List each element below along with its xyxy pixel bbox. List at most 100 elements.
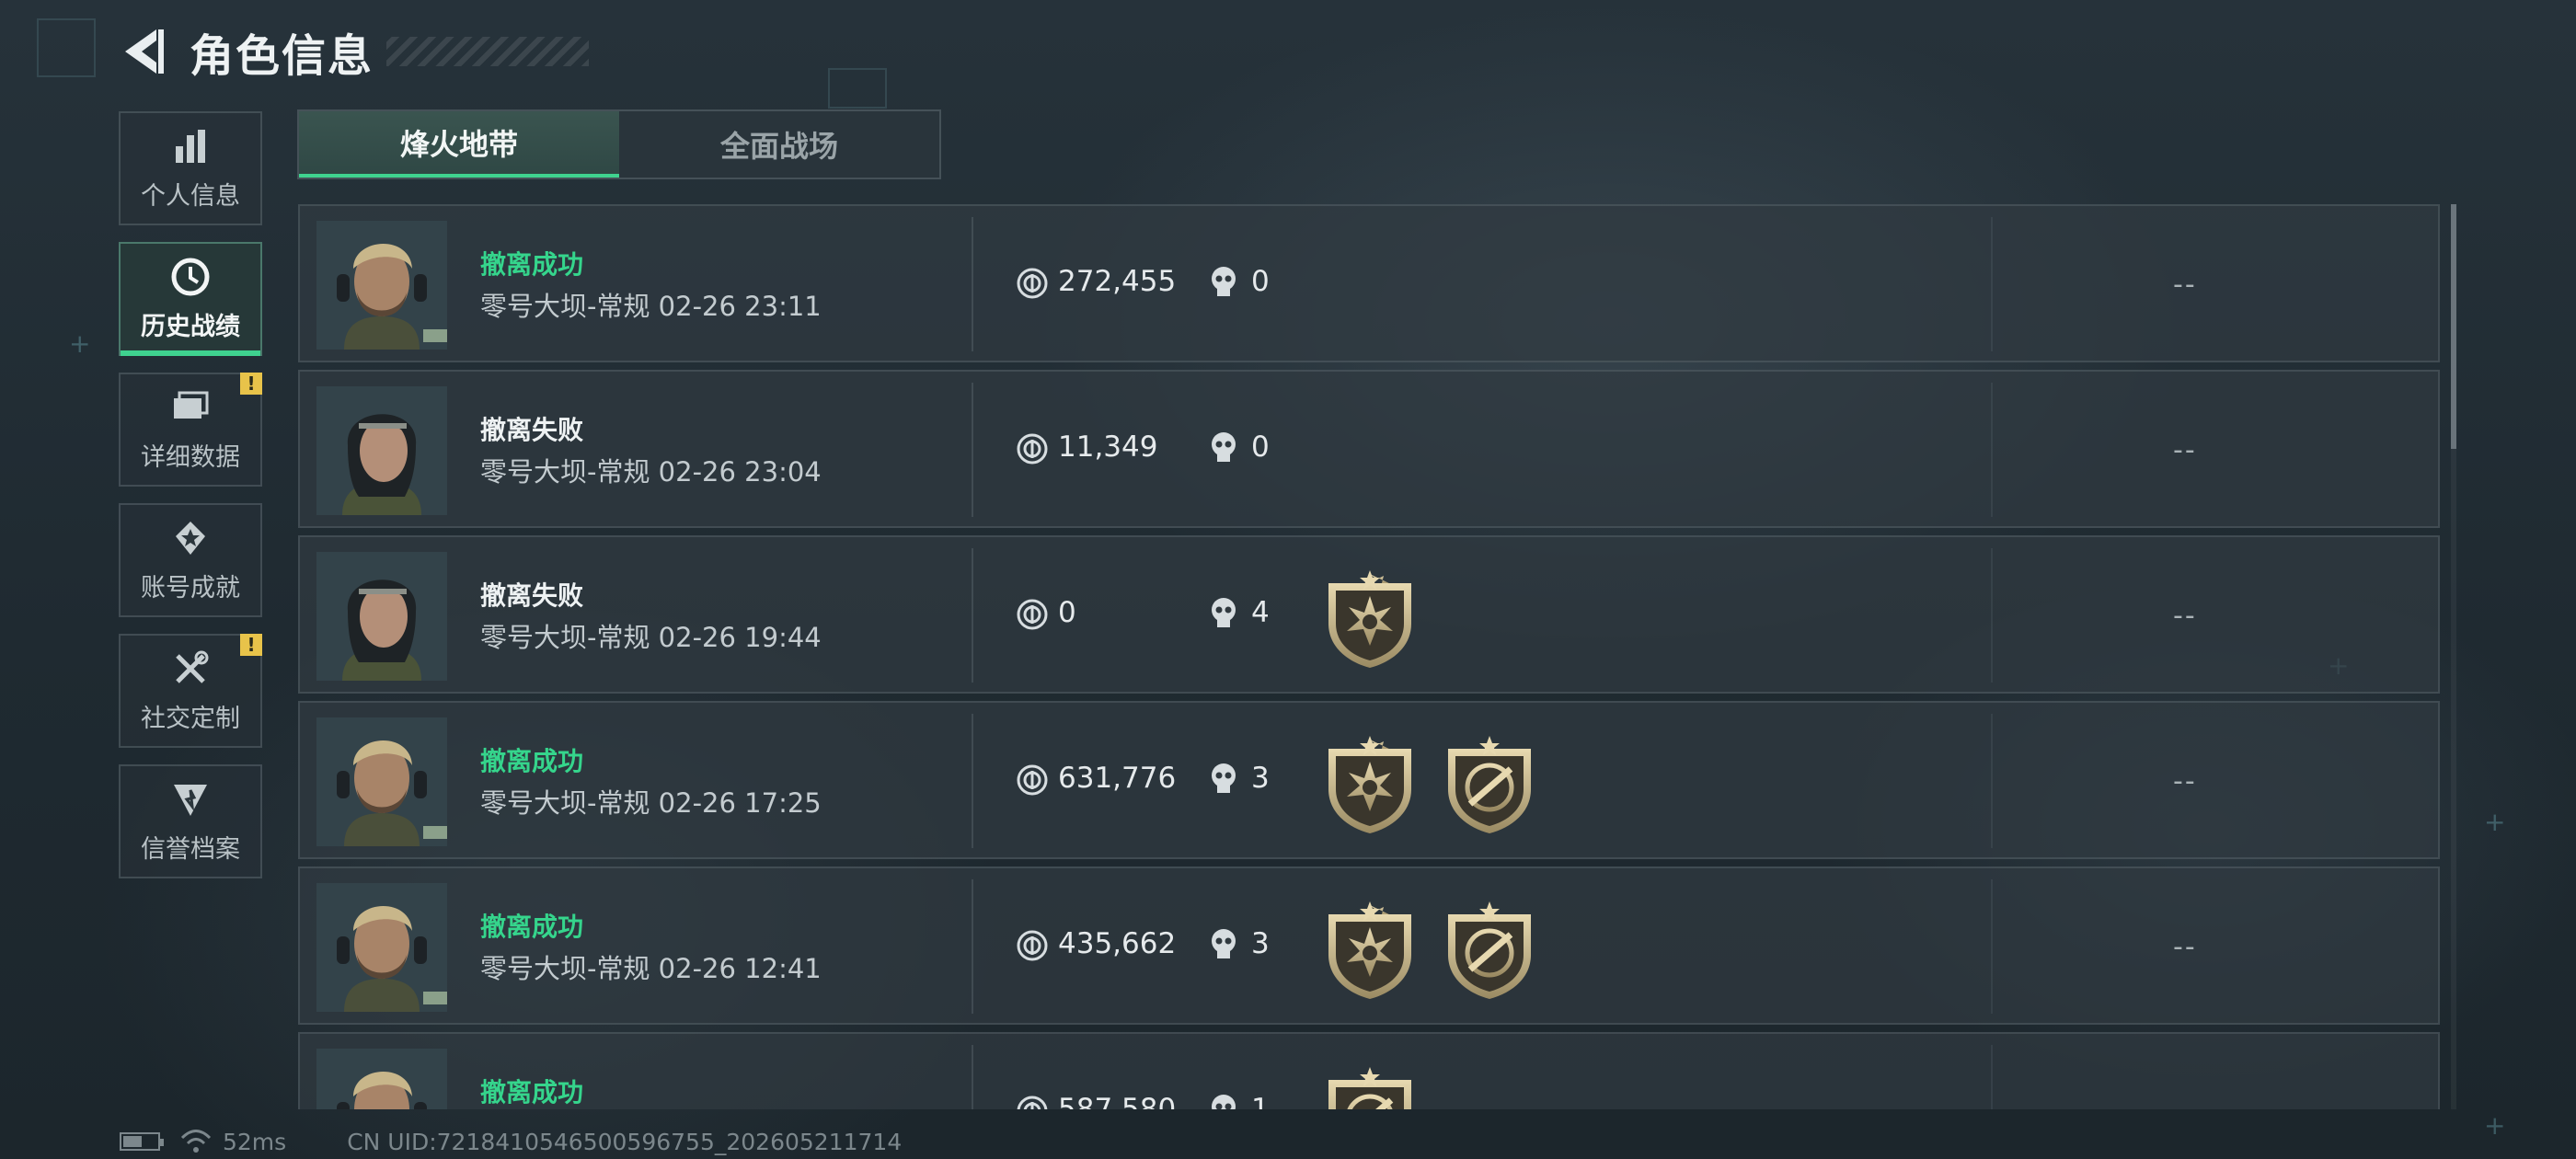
extracted-value: 587,580 (1058, 1093, 1177, 1109)
sidebar-item-label: 账号成就 (141, 573, 240, 602)
row-divider (972, 714, 973, 848)
alert-badge: ! (240, 634, 262, 656)
extracted-value: 272,455 (1058, 265, 1177, 298)
kill-count: 3 (1251, 927, 1270, 960)
operator-avatar (316, 386, 447, 515)
match-history-list[interactable]: 撤离成功 零号大坝-常规 02-26 23:11 272,455 0 -- 撤离… (298, 204, 2440, 1109)
map-and-time: 零号大坝-常规 02-26 12:41 (480, 953, 822, 984)
kill-count: 4 (1251, 596, 1270, 629)
kill-star-badge-icon[interactable] (1323, 901, 1417, 1001)
page-header: 角色信息 (120, 24, 590, 82)
row-divider (1991, 714, 1993, 848)
battery-icon (120, 1132, 164, 1151)
sidebar-item-detail-data[interactable]: ! 详细数据 (119, 373, 262, 487)
sidebar-item-personal-info[interactable]: 个人信息 (119, 111, 262, 225)
kill-count: 1 (1251, 1093, 1270, 1109)
tab-beacon-zone[interactable]: 烽火地带 (299, 111, 619, 178)
kill-count: 0 (1251, 430, 1270, 464)
operator-avatar (316, 717, 447, 846)
coin-value-icon (1017, 764, 1048, 796)
operator-avatar (316, 552, 447, 681)
extraction-result: 撤离成功 (480, 746, 584, 776)
reputation-shield-icon (174, 784, 207, 816)
extraction-result: 撤离成功 (480, 912, 584, 942)
kill-star-badge-icon[interactable] (1323, 570, 1417, 670)
kill-count: 0 (1251, 265, 1270, 298)
row-divider (1991, 1045, 1993, 1109)
extra-info: -- (2173, 765, 2197, 798)
battery-level-fill (123, 1136, 142, 1147)
bar-chart-icon (176, 129, 205, 163)
extracted-value: 435,662 (1058, 927, 1177, 960)
skull-kills-icon (1212, 267, 1236, 296)
coin-value-icon (1017, 433, 1048, 465)
extraction-result: 撤离成功 (480, 1077, 584, 1107)
tools-wrench-icon (176, 650, 209, 683)
extracted-value: 0 (1058, 596, 1076, 629)
achievement-medal-icon (176, 521, 205, 555)
row-divider (1991, 879, 1993, 1014)
coin-value-icon (1017, 599, 1048, 630)
sidebar-item-label: 社交定制 (141, 704, 240, 733)
match-record-row[interactable]: 撤离成功 零号大坝-常规 02-26 12:41 435,662 3 -- (298, 866, 2440, 1025)
decor-cross-icon: + (2484, 807, 2506, 837)
match-record-row[interactable]: 撤离成功 零号大坝-常规 02-26 23:11 272,455 0 -- (298, 204, 2440, 362)
kill-star-badge-icon[interactable] (1323, 736, 1417, 835)
wifi-icon (180, 1130, 212, 1153)
back-arrow-icon[interactable] (120, 26, 167, 77)
extraction-result: 撤离成功 (480, 249, 584, 280)
coin-value-icon (1017, 1096, 1048, 1109)
coin-value-icon (1017, 268, 1048, 299)
match-record-row[interactable]: 撤离失败 零号大坝-常规 02-26 23:04 11,349 0 -- (298, 370, 2440, 528)
ping-latency: 52ms (223, 1128, 287, 1155)
map-and-time: 零号大坝-常规 02-26 19:44 (480, 622, 822, 653)
skull-kills-icon (1212, 763, 1236, 793)
sidebar-item-label: 详细数据 (141, 442, 240, 472)
title-stripe-decor (386, 37, 590, 66)
crosshair-rifle-badge-icon[interactable] (1443, 736, 1536, 835)
status-bar: 52ms CN UID:7218410546500596755_20260521… (120, 1128, 902, 1155)
extracted-value: 11,349 (1058, 430, 1158, 464)
row-divider (972, 879, 973, 1014)
sidebar-item-reputation[interactable]: 信誉档案 (119, 764, 262, 878)
row-divider (972, 217, 973, 351)
folder-data-icon (174, 391, 209, 419)
sidebar-item-history[interactable]: 历史战绩 (119, 242, 262, 356)
map-and-time: 零号大坝-常规 02-26 17:25 (480, 787, 822, 819)
map-and-time: 零号大坝-常规 02-26 23:11 (480, 291, 822, 322)
page-title: 角色信息 (190, 30, 374, 82)
crosshair-rifle-badge-icon[interactable] (1323, 1067, 1417, 1109)
extra-info: -- (2173, 269, 2197, 301)
mode-tabs: 烽火地带 全面战场 (297, 109, 941, 179)
match-record-row[interactable]: 撤离成功 587,580 1 (298, 1032, 2440, 1109)
crosshair-rifle-badge-icon[interactable] (1443, 901, 1536, 1001)
row-divider (1991, 383, 1993, 517)
sidebar-item-achievement[interactable]: 账号成就 (119, 503, 262, 617)
match-record-row[interactable]: 撤离成功 零号大坝-常规 02-26 17:25 631,776 3 -- (298, 701, 2440, 859)
history-clock-icon (171, 258, 210, 295)
sidebar: 个人信息 历史战绩 ! 详细数据 账号成就 ! 社交定制 信誉档案 (119, 111, 266, 895)
row-divider (1991, 548, 1993, 683)
extra-info: -- (2173, 600, 2197, 632)
match-record-row[interactable]: 撤离失败 零号大坝-常规 02-26 19:44 0 4 -- (298, 535, 2440, 694)
extra-info: -- (2173, 931, 2197, 963)
skull-kills-icon (1212, 598, 1236, 627)
map-and-time: 零号大坝-常规 02-26 23:04 (480, 456, 822, 488)
sidebar-item-label: 个人信息 (141, 181, 240, 211)
sidebar-item-social-custom[interactable]: ! 社交定制 (119, 634, 262, 748)
row-divider (972, 383, 973, 517)
list-scrollbar[interactable] (2451, 204, 2456, 1109)
extraction-result: 撤离失败 (480, 415, 584, 445)
extra-info: -- (2173, 434, 2197, 466)
coin-value-icon (1017, 930, 1048, 961)
tab-full-battlefield[interactable]: 全面战场 (619, 111, 939, 178)
extraction-result: 撤离失败 (480, 580, 584, 611)
decor-frame (828, 68, 887, 109)
kill-count: 3 (1251, 762, 1270, 795)
decor-frame (37, 18, 96, 77)
alert-badge: ! (240, 373, 262, 395)
scrollbar-thumb[interactable] (2451, 204, 2456, 449)
sidebar-item-label: 信誉档案 (141, 834, 240, 864)
player-uid: CN UID:7218410546500596755_202605211714 (347, 1128, 903, 1155)
row-divider (1991, 217, 1993, 351)
